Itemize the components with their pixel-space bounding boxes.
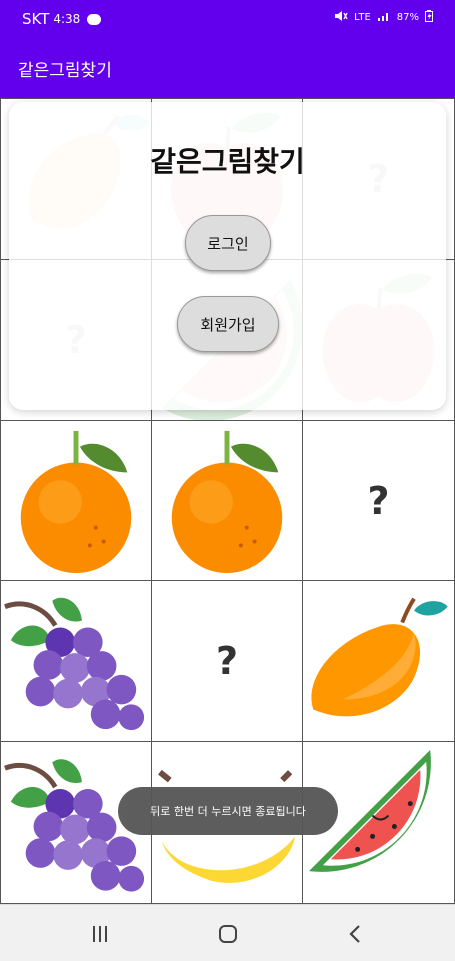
dialog-title: 같은그림찾기: [150, 145, 305, 178]
card-grapes[interactable]: [0, 580, 152, 742]
recents-button[interactable]: [85, 919, 115, 949]
card-hidden[interactable]: ?: [151, 580, 303, 742]
back-button[interactable]: [340, 919, 370, 949]
battery-icon: [425, 10, 433, 25]
status-bar: SKT 4:38 LTE 87%: [0, 0, 455, 36]
home-button[interactable]: [213, 919, 243, 949]
carrier-label: SKT: [22, 10, 50, 28]
card-orange[interactable]: [0, 420, 152, 581]
signup-button[interactable]: 회원가입: [177, 296, 279, 352]
question-mark-icon: ?: [367, 478, 390, 523]
card-orange[interactable]: [151, 420, 303, 581]
question-mark-icon: ?: [215, 639, 239, 683]
back-icon: [349, 925, 360, 943]
card-hidden[interactable]: ?: [302, 420, 455, 581]
time-label: 4:38: [53, 12, 81, 26]
exit-toast: 뒤로 한번 더 누르시면 종료됩니다: [118, 787, 338, 835]
mango-icon: [311, 597, 448, 717]
mute-icon: [334, 10, 348, 25]
network-type-label: LTE: [354, 12, 371, 23]
system-nav-bar: [0, 904, 455, 961]
login-dialog: 같은그림찾기 로그인 회원가입: [9, 102, 446, 410]
signal-icon: [377, 10, 391, 25]
login-button[interactable]: 로그인: [185, 215, 271, 271]
home-icon: [219, 925, 237, 943]
battery-label: 87%: [396, 12, 419, 23]
orange-icon: [171, 430, 283, 574]
app-bar-title: 같은그림찾기: [18, 61, 112, 81]
card-mango[interactable]: [302, 580, 455, 742]
recents-icon: [93, 926, 107, 942]
grapes-icon: [4, 597, 145, 731]
talk-notification-icon: [87, 13, 102, 25]
app-bar: 같은그림찾기: [0, 36, 455, 98]
orange-icon: [20, 430, 132, 574]
